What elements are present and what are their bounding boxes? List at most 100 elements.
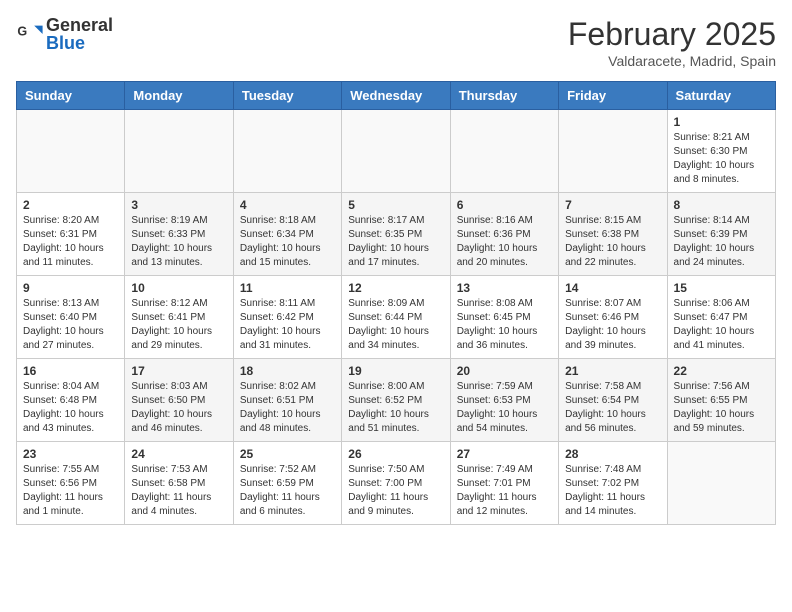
day-number: 5 <box>348 198 443 212</box>
logo-general-text: General <box>46 16 113 34</box>
weekday-header-friday: Friday <box>559 82 667 110</box>
day-number: 24 <box>131 447 226 461</box>
day-number: 14 <box>565 281 660 295</box>
day-info: Sunrise: 7:52 AM Sunset: 6:59 PM Dayligh… <box>240 463 335 519</box>
day-cell: 23 Sunrise: 7:55 AM Sunset: 6:56 PM Dayli… <box>17 442 125 525</box>
day-info: Sunrise: 7:56 AM Sunset: 6:55 PM Dayligh… <box>674 380 769 436</box>
day-info: Sunrise: 8:06 AM Sunset: 6:47 PM Dayligh… <box>674 297 769 353</box>
day-cell <box>667 442 775 525</box>
day-info: Sunrise: 8:18 AM Sunset: 6:34 PM Dayligh… <box>240 214 335 270</box>
day-info: Sunrise: 7:48 AM Sunset: 7:02 PM Dayligh… <box>565 463 660 519</box>
day-number: 9 <box>23 281 118 295</box>
day-cell: 9 Sunrise: 8:13 AM Sunset: 6:40 PM Daylig… <box>17 276 125 359</box>
day-info: Sunrise: 8:14 AM Sunset: 6:39 PM Dayligh… <box>674 214 769 270</box>
day-info: Sunrise: 8:15 AM Sunset: 6:38 PM Dayligh… <box>565 214 660 270</box>
week-row-4: 16 Sunrise: 8:04 AM Sunset: 6:48 PM Dayli… <box>17 359 776 442</box>
day-info: Sunrise: 8:21 AM Sunset: 6:30 PM Dayligh… <box>674 131 769 187</box>
day-info: Sunrise: 8:00 AM Sunset: 6:52 PM Dayligh… <box>348 380 443 436</box>
week-row-5: 23 Sunrise: 7:55 AM Sunset: 6:56 PM Dayli… <box>17 442 776 525</box>
week-row-1: 1 Sunrise: 8:21 AM Sunset: 6:30 PM Daylig… <box>17 110 776 193</box>
day-info: Sunrise: 8:16 AM Sunset: 6:36 PM Dayligh… <box>457 214 552 270</box>
day-number: 18 <box>240 364 335 378</box>
day-info: Sunrise: 8:17 AM Sunset: 6:35 PM Dayligh… <box>348 214 443 270</box>
week-row-3: 9 Sunrise: 8:13 AM Sunset: 6:40 PM Daylig… <box>17 276 776 359</box>
day-info: Sunrise: 8:08 AM Sunset: 6:45 PM Dayligh… <box>457 297 552 353</box>
day-number: 1 <box>674 115 769 129</box>
day-info: Sunrise: 8:09 AM Sunset: 6:44 PM Dayligh… <box>348 297 443 353</box>
day-info: Sunrise: 8:12 AM Sunset: 6:41 PM Dayligh… <box>131 297 226 353</box>
weekday-header-sunday: Sunday <box>17 82 125 110</box>
day-cell: 2 Sunrise: 8:20 AM Sunset: 6:31 PM Daylig… <box>17 193 125 276</box>
day-info: Sunrise: 8:07 AM Sunset: 6:46 PM Dayligh… <box>565 297 660 353</box>
day-cell: 6 Sunrise: 8:16 AM Sunset: 6:36 PM Daylig… <box>450 193 558 276</box>
day-number: 20 <box>457 364 552 378</box>
weekday-header-tuesday: Tuesday <box>233 82 341 110</box>
day-number: 28 <box>565 447 660 461</box>
day-cell: 11Sunrise: 8:11 AM Sunset: 6:42 PM Dayli… <box>233 276 341 359</box>
day-number: 11 <box>240 281 335 295</box>
day-info: Sunrise: 8:02 AM Sunset: 6:51 PM Dayligh… <box>240 380 335 436</box>
logo-blue-text: Blue <box>46 34 113 52</box>
day-info: Sunrise: 7:58 AM Sunset: 6:54 PM Dayligh… <box>565 380 660 436</box>
day-cell: 28 Sunrise: 7:48 AM Sunset: 7:02 PM Dayli… <box>559 442 667 525</box>
day-info: Sunrise: 7:50 AM Sunset: 7:00 PM Dayligh… <box>348 463 443 519</box>
day-number: 16 <box>23 364 118 378</box>
day-cell: 17Sunrise: 8:03 AM Sunset: 6:50 PM Dayli… <box>125 359 233 442</box>
day-cell <box>125 110 233 193</box>
day-cell: 5 Sunrise: 8:17 AM Sunset: 6:35 PM Daylig… <box>342 193 450 276</box>
day-info: Sunrise: 7:59 AM Sunset: 6:53 PM Dayligh… <box>457 380 552 436</box>
weekday-header-saturday: Saturday <box>667 82 775 110</box>
day-number: 25 <box>240 447 335 461</box>
day-cell: 21 Sunrise: 7:58 AM Sunset: 6:54 PM Dayli… <box>559 359 667 442</box>
day-cell: 16 Sunrise: 8:04 AM Sunset: 6:48 PM Dayli… <box>17 359 125 442</box>
week-row-2: 2 Sunrise: 8:20 AM Sunset: 6:31 PM Daylig… <box>17 193 776 276</box>
day-info: Sunrise: 7:53 AM Sunset: 6:58 PM Dayligh… <box>131 463 226 519</box>
weekday-header-row: SundayMondayTuesdayWednesdayThursdayFrid… <box>17 82 776 110</box>
calendar-table: SundayMondayTuesdayWednesdayThursdayFrid… <box>16 81 776 525</box>
day-cell <box>17 110 125 193</box>
day-cell: 3 Sunrise: 8:19 AM Sunset: 6:33 PM Daylig… <box>125 193 233 276</box>
day-cell: 8Sunrise: 8:14 AM Sunset: 6:39 PM Daylig… <box>667 193 775 276</box>
day-number: 19 <box>348 364 443 378</box>
day-cell <box>450 110 558 193</box>
day-info: Sunrise: 8:13 AM Sunset: 6:40 PM Dayligh… <box>23 297 118 353</box>
day-cell: 25 Sunrise: 7:52 AM Sunset: 6:59 PM Dayli… <box>233 442 341 525</box>
day-info: Sunrise: 8:04 AM Sunset: 6:48 PM Dayligh… <box>23 380 118 436</box>
day-number: 3 <box>131 198 226 212</box>
location-subtitle: Valdaracete, Madrid, Spain <box>568 53 776 69</box>
month-year-title: February 2025 <box>568 16 776 53</box>
day-cell <box>559 110 667 193</box>
day-cell: 12Sunrise: 8:09 AM Sunset: 6:44 PM Dayli… <box>342 276 450 359</box>
day-cell: 7 Sunrise: 8:15 AM Sunset: 6:38 PM Daylig… <box>559 193 667 276</box>
day-info: Sunrise: 7:49 AM Sunset: 7:01 PM Dayligh… <box>457 463 552 519</box>
day-number: 27 <box>457 447 552 461</box>
weekday-header-monday: Monday <box>125 82 233 110</box>
day-cell: 20 Sunrise: 7:59 AM Sunset: 6:53 PM Dayli… <box>450 359 558 442</box>
day-number: 7 <box>565 198 660 212</box>
day-cell <box>233 110 341 193</box>
day-cell: 14 Sunrise: 8:07 AM Sunset: 6:46 PM Dayli… <box>559 276 667 359</box>
day-number: 2 <box>23 198 118 212</box>
day-info: Sunrise: 8:20 AM Sunset: 6:31 PM Dayligh… <box>23 214 118 270</box>
day-info: Sunrise: 8:19 AM Sunset: 6:33 PM Dayligh… <box>131 214 226 270</box>
day-cell: 22 Sunrise: 7:56 AM Sunset: 6:55 PM Dayli… <box>667 359 775 442</box>
day-number: 10 <box>131 281 226 295</box>
day-cell: 4Sunrise: 8:18 AM Sunset: 6:34 PM Daylig… <box>233 193 341 276</box>
day-cell: 27 Sunrise: 7:49 AM Sunset: 7:01 PM Dayli… <box>450 442 558 525</box>
day-number: 22 <box>674 364 769 378</box>
day-cell: 19 Sunrise: 8:00 AM Sunset: 6:52 PM Dayli… <box>342 359 450 442</box>
day-number: 23 <box>23 447 118 461</box>
day-cell: 10 Sunrise: 8:12 AM Sunset: 6:41 PM Dayli… <box>125 276 233 359</box>
page-header: G General Blue February 2025 Valdaracete… <box>16 16 776 69</box>
day-info: Sunrise: 7:55 AM Sunset: 6:56 PM Dayligh… <box>23 463 118 519</box>
day-number: 26 <box>348 447 443 461</box>
day-number: 21 <box>565 364 660 378</box>
day-cell: 18 Sunrise: 8:02 AM Sunset: 6:51 PM Dayli… <box>233 359 341 442</box>
day-cell: 15Sunrise: 8:06 AM Sunset: 6:47 PM Dayli… <box>667 276 775 359</box>
day-cell: 13Sunrise: 8:08 AM Sunset: 6:45 PM Dayli… <box>450 276 558 359</box>
weekday-header-thursday: Thursday <box>450 82 558 110</box>
day-cell: 26 Sunrise: 7:50 AM Sunset: 7:00 PM Dayli… <box>342 442 450 525</box>
day-number: 6 <box>457 198 552 212</box>
svg-text:G: G <box>17 24 27 38</box>
day-cell: 1 Sunrise: 8:21 AM Sunset: 6:30 PM Daylig… <box>667 110 775 193</box>
